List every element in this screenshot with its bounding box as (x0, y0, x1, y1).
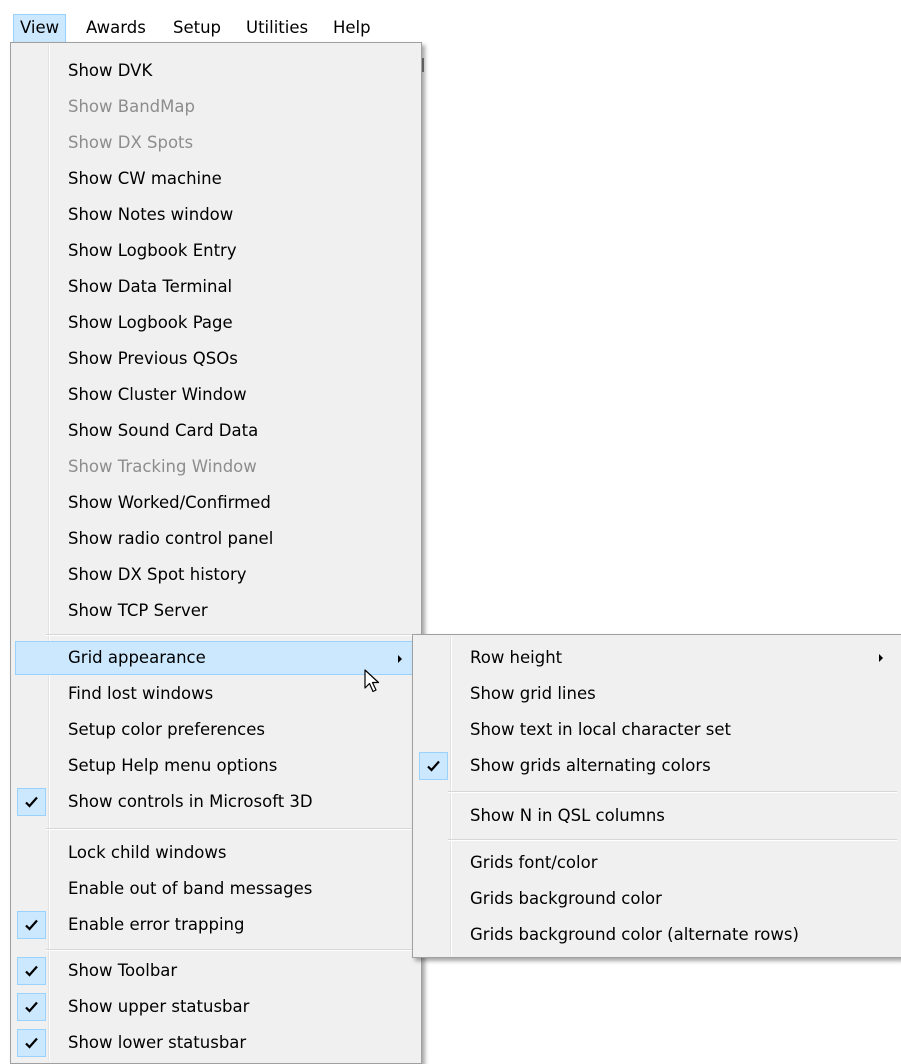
submenu-item-show-grid-lines[interactable]: Show grid lines (417, 677, 897, 711)
menu-item-label: Show Tracking Window (68, 457, 257, 476)
menu-item-show-bandmap[interactable]: Show BandMap (15, 90, 417, 124)
checkmark-icon (17, 1029, 46, 1057)
menu-item-show-data-terminal[interactable]: Show Data Terminal (15, 270, 417, 304)
checkmark-icon (17, 911, 46, 939)
menu-item-label: Show grids alternating colors (470, 756, 711, 775)
menu-item-show-lower-statusbar[interactable]: Show lower statusbar (15, 1026, 417, 1060)
menu-item-find-lost-windows[interactable]: Find lost windows (15, 677, 417, 711)
menu-item-show-tracking-window[interactable]: Show Tracking Window (15, 450, 417, 484)
menu-help[interactable]: Help (327, 14, 377, 42)
menu-item-show-previous-qsos[interactable]: Show Previous QSOs (15, 342, 417, 376)
chevron-right-icon (398, 655, 402, 663)
menu-item-setup-help-menu-options[interactable]: Setup Help menu options (15, 749, 417, 783)
menu-item-label: Show radio control panel (68, 529, 274, 548)
menu-item-label: Show Data Terminal (68, 277, 233, 296)
menu-item-label: Show Worked/Confirmed (68, 493, 271, 512)
menu-bar: View Awards Setup Utilities Help (0, 0, 901, 42)
menu-item-show-logbook-page[interactable]: Show Logbook Page (15, 306, 417, 340)
menu-edge-mark (422, 58, 424, 72)
menu-item-label: Show controls in Microsoft 3D (68, 792, 313, 811)
menu-item-show-sound-card-data[interactable]: Show Sound Card Data (15, 414, 417, 448)
menu-awards[interactable]: Awards (80, 14, 152, 42)
submenu-item-grids-background-color-alternate[interactable]: Grids background color (alternate rows) (417, 918, 897, 952)
menu-item-show-worked-confirmed[interactable]: Show Worked/Confirmed (15, 486, 417, 520)
menu-item-label: Grids background color (alternate rows) (470, 925, 799, 944)
menu-separator (46, 634, 417, 636)
menu-item-show-dvk[interactable]: Show DVK (15, 54, 417, 88)
menu-item-label: Enable out of band messages (68, 879, 313, 898)
menu-item-label: Show DX Spots (68, 133, 194, 152)
menu-item-label: Grids font/color (470, 853, 598, 872)
menu-item-label: Show N in QSL columns (470, 806, 665, 825)
menu-separator (448, 791, 897, 793)
menu-item-label: Find lost windows (68, 684, 214, 703)
submenu-item-row-height[interactable]: Row height (417, 641, 897, 675)
menu-item-lock-child-windows[interactable]: Lock child windows (15, 836, 417, 870)
menu-item-label: Show TCP Server (68, 601, 208, 620)
menu-separator (46, 828, 417, 830)
menu-item-label: Show Notes window (68, 205, 234, 224)
menu-item-label: Show Toolbar (68, 961, 178, 980)
menu-item-label: Lock child windows (68, 843, 227, 862)
chevron-right-icon (879, 654, 883, 662)
menu-item-label: Show DX Spot history (68, 565, 247, 584)
menu-view[interactable]: View (13, 14, 67, 42)
menu-item-show-notes-window[interactable]: Show Notes window (15, 198, 417, 232)
menu-item-label: Enable error trapping (68, 915, 245, 934)
menu-item-label: Show Previous QSOs (68, 349, 238, 368)
menu-item-show-toolbar[interactable]: Show Toolbar (15, 954, 417, 988)
menu-item-label: Show CW machine (68, 169, 222, 188)
menu-item-label: Show Logbook Page (68, 313, 233, 332)
checkmark-icon (17, 788, 46, 816)
submenu-item-grids-font-color[interactable]: Grids font/color (417, 846, 897, 880)
menu-item-label: Show text in local character set (470, 720, 732, 739)
menu-item-show-radio-control-panel[interactable]: Show radio control panel (15, 522, 417, 556)
submenu-item-show-n-in-qsl-columns[interactable]: Show N in QSL columns (417, 799, 897, 833)
menu-item-label: Show grid lines (470, 684, 596, 703)
menu-item-label: Show upper statusbar (68, 997, 250, 1016)
menu-item-label: Setup color preferences (68, 720, 266, 739)
menu-item-show-cluster-window[interactable]: Show Cluster Window (15, 378, 417, 412)
checkmark-icon (419, 752, 448, 780)
menu-item-show-logbook-entry[interactable]: Show Logbook Entry (15, 234, 417, 268)
menu-item-show-dx-spots[interactable]: Show DX Spots (15, 126, 417, 160)
menu-item-label: Show DVK (68, 61, 153, 80)
menu-item-label: Row height (470, 648, 563, 667)
menu-item-label: Show Cluster Window (68, 385, 247, 404)
menu-utilities[interactable]: Utilities (240, 14, 314, 42)
menu-item-label: Show Logbook Entry (68, 241, 237, 260)
menu-separator (46, 949, 417, 951)
menu-item-label: Show BandMap (68, 97, 195, 116)
submenu-item-grids-background-color[interactable]: Grids background color (417, 882, 897, 916)
menu-item-show-upper-statusbar[interactable]: Show upper statusbar (15, 990, 417, 1024)
menu-item-show-cw-machine[interactable]: Show CW machine (15, 162, 417, 196)
view-menu-dropdown: Show DVK Show BandMap Show DX Spots Show… (10, 42, 422, 1064)
menu-item-show-controls-microsoft-3d[interactable]: Show controls in Microsoft 3D (15, 785, 417, 819)
menu-item-grid-appearance[interactable]: Grid appearance (15, 641, 417, 675)
menu-item-label: Show Sound Card Data (68, 421, 259, 440)
menu-item-label: Setup Help menu options (68, 756, 278, 775)
checkmark-icon (17, 993, 46, 1021)
checkmark-icon (17, 957, 46, 985)
menu-item-show-tcp-server[interactable]: Show TCP Server (15, 594, 417, 628)
menu-setup[interactable]: Setup (167, 14, 227, 42)
menu-item-show-dx-spot-history[interactable]: Show DX Spot history (15, 558, 417, 592)
submenu-item-show-text-local-charset[interactable]: Show text in local character set (417, 713, 897, 747)
menu-item-label: Grids background color (470, 889, 662, 908)
menu-item-label: Show lower statusbar (68, 1033, 247, 1052)
grid-appearance-submenu: Row height Show grid lines Show text in … (412, 634, 901, 958)
menu-item-enable-error-trapping[interactable]: Enable error trapping (15, 908, 417, 942)
menu-item-setup-color-preferences[interactable]: Setup color preferences (15, 713, 417, 747)
menu-item-enable-out-of-band-messages[interactable]: Enable out of band messages (15, 872, 417, 906)
submenu-item-show-grids-alternating-colors[interactable]: Show grids alternating colors (417, 749, 897, 783)
menu-separator (448, 839, 897, 841)
menu-item-label: Grid appearance (68, 648, 206, 667)
mouse-pointer-icon (364, 669, 380, 693)
